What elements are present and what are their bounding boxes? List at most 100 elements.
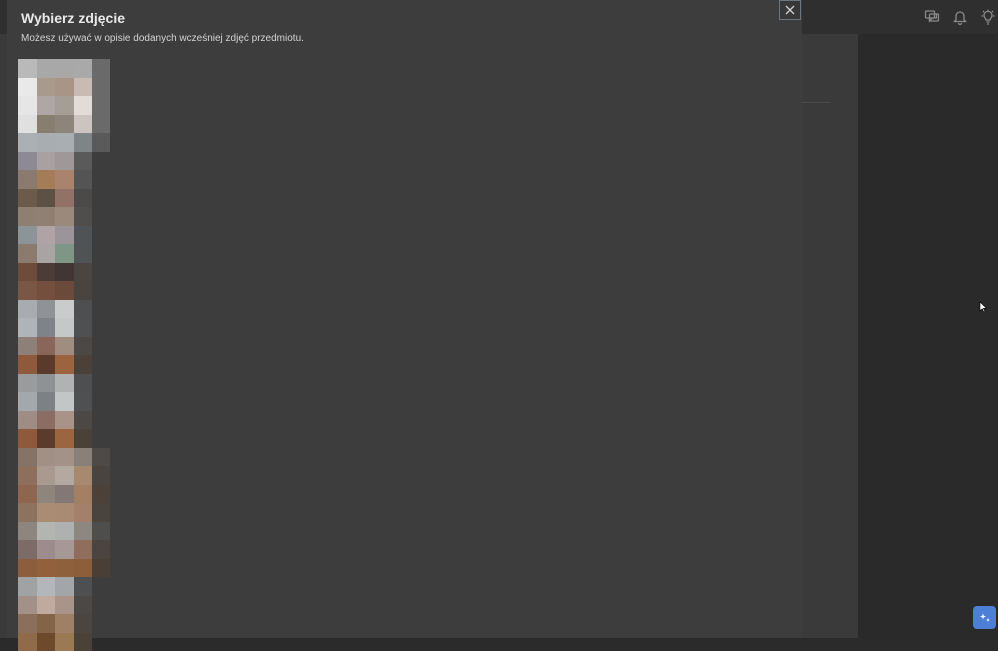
photo-pixel [92,485,110,504]
photo-pixel [74,244,93,263]
assistant-button[interactable] [973,606,996,629]
photo-pixel [74,355,93,374]
photo-pixel [92,133,110,152]
photo-pixel [37,244,56,263]
photo-pixel [18,226,37,245]
photo-pixel [18,207,37,226]
photo-pixel [18,485,37,504]
photo-pixel [55,448,74,467]
photo-pixel [55,318,74,337]
photo-pixel [55,115,74,134]
photo-pixel [74,614,93,633]
photo-pixel [18,355,37,374]
photo-pixel [37,115,56,134]
photo-pixel [18,577,37,596]
photo-pixel [92,559,110,578]
photo-pixel [55,244,74,263]
photo-pixel [74,115,93,134]
photo-pixel [37,281,56,300]
photo-pixel [18,59,37,78]
photo-pixel [37,189,56,208]
photo-pixel [74,503,93,522]
photo-pixel [74,226,93,245]
photo-pixel [92,466,110,485]
photo-pixel [55,337,74,356]
photo-pixel [18,448,37,467]
photo-pixel [37,374,56,393]
photo-pixel [37,207,56,226]
photo-pixel [18,337,37,356]
photo-thumbnail[interactable] [18,448,110,578]
photo-pixel [55,207,74,226]
photo-pixel [37,263,56,282]
photo-pixel [37,503,56,522]
photo-pixel [55,633,74,651]
close-button[interactable] [779,0,801,20]
photo-pixel [92,96,110,115]
photo-pixel [37,170,56,189]
photo-pixel [37,577,56,596]
photo-pixel [37,540,56,559]
photo-pixel [92,59,110,78]
photo-pixel [55,133,74,152]
photo-thumbnail[interactable] [18,59,110,152]
photo-pixel [18,540,37,559]
photo-pixel [92,503,110,522]
photo-pixel [37,78,56,97]
photo-pixel [55,96,74,115]
photo-pixel [37,429,56,448]
photo-pixel [55,411,74,430]
photo-pixel [18,281,37,300]
photo-pixel [55,152,74,171]
photo-pixel [74,170,93,189]
photo-pixel [74,374,93,393]
photo-pixel [74,596,93,615]
photo-pixel [55,263,74,282]
photo-pixel [55,614,74,633]
photo-pixel [55,596,74,615]
photo-pixel [74,337,93,356]
chat-icon[interactable] [922,7,942,27]
photo-thumbnail[interactable] [18,152,92,245]
photo-pixel [74,485,93,504]
photo-pixel [37,318,56,337]
photo-pixel [74,448,93,467]
photo-pixel [37,485,56,504]
photo-pixel [92,448,110,467]
photo-list [18,59,113,651]
mouse-cursor [979,301,987,313]
photo-pixel [74,318,93,337]
photo-pixel [55,189,74,208]
photo-pixel [55,226,74,245]
photo-pixel [55,429,74,448]
photo-pixel [55,485,74,504]
bulb-icon[interactable] [978,7,998,27]
photo-pixel [55,281,74,300]
photo-thumbnail[interactable] [18,244,92,318]
photo-thumbnail[interactable] [18,318,92,392]
photo-pixel [18,152,37,171]
photo-pixel [37,466,56,485]
photo-pixel [18,78,37,97]
photo-pixel [74,540,93,559]
photo-pixel [18,170,37,189]
photo-pixel [37,633,56,651]
photo-pixel [55,466,74,485]
photo-pixel [37,522,56,541]
photo-pixel [74,189,93,208]
photo-pixel [18,189,37,208]
photo-thumbnail[interactable] [18,577,92,651]
photo-pixel [55,522,74,541]
photo-pixel [74,59,93,78]
photo-pixel [37,152,56,171]
photo-pixel [18,115,37,134]
photo-pixel [18,411,37,430]
photo-pixel [55,577,74,596]
bell-icon[interactable] [950,7,970,27]
photo-pixel [18,633,37,651]
photo-pixel [92,78,110,97]
photo-pixel [74,96,93,115]
photo-thumbnail[interactable] [18,392,92,448]
photo-pixel [18,96,37,115]
photo-pixel [18,429,37,448]
